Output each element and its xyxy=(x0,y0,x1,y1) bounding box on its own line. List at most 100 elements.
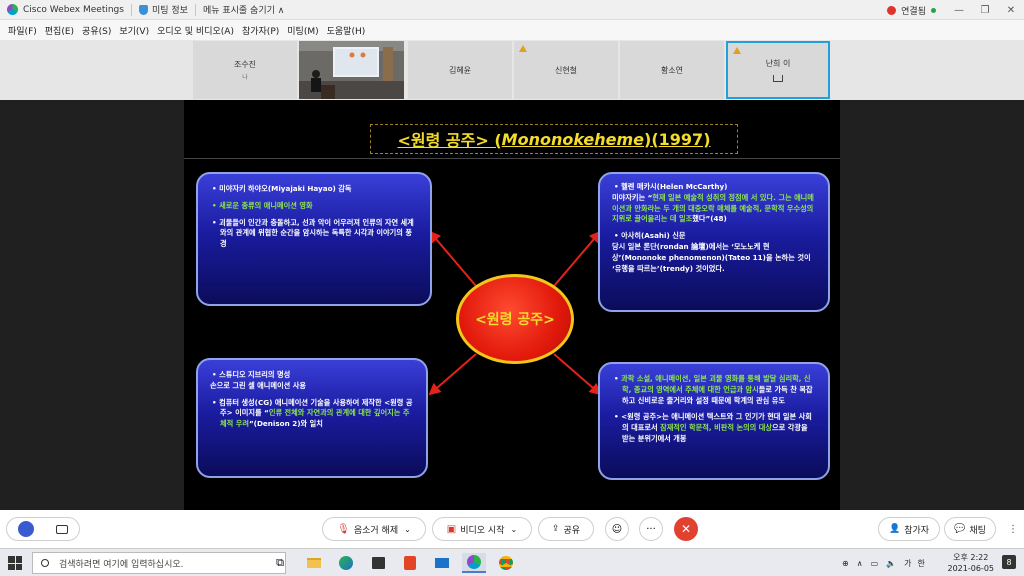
participants-button[interactable]: 👤 참가자 xyxy=(878,517,940,541)
more-options-button[interactable]: ··· xyxy=(639,517,663,541)
ghibli-cel-text: 손으로 그린 셀 애니메이션 사용 xyxy=(210,380,306,390)
language-label[interactable]: 한 xyxy=(917,558,924,569)
minimize-button[interactable]: — xyxy=(946,5,972,16)
microphone-muted-icon: 🎙 xyxy=(337,523,350,535)
chrome-icon[interactable] xyxy=(494,553,518,573)
meeting-info-button[interactable]: 미팅 정보 xyxy=(132,0,195,20)
participant-tile[interactable]: 신현철 xyxy=(514,41,618,99)
close-button[interactable]: ✕ xyxy=(998,5,1024,16)
warning-icon xyxy=(733,47,741,54)
search-icon xyxy=(41,559,49,567)
people-icon[interactable]: ⊕ xyxy=(842,559,849,568)
participant-name: 황소연 xyxy=(660,65,684,75)
volume-icon[interactable]: 🔈 xyxy=(886,559,896,568)
chevron-down-icon[interactable]: ⌄ xyxy=(404,525,411,534)
classroom-video-image xyxy=(299,41,404,99)
webex-taskbar-icon[interactable] xyxy=(462,553,486,573)
hide-menu-label: 메뉴 표시줄 숨기기 ∧ xyxy=(202,6,285,16)
arrow-to-box4 xyxy=(553,353,602,396)
webex-assistant-icon[interactable] xyxy=(18,521,34,537)
participant-tile[interactable]: 조수진 나 xyxy=(193,41,297,99)
participant-tile-active-speaker[interactable]: 난희 이 xyxy=(726,41,830,99)
connection-status-icon xyxy=(887,5,897,15)
content-box-reception: • 헬렌 매카시(Helen McCarthy) 미야자키는 “현재 일본 예술… xyxy=(598,172,830,312)
bullet-ghibli: • 스튜디오 지브리의 명성 xyxy=(212,370,291,379)
more-icon: ··· xyxy=(646,523,656,535)
chat-bubble-icon: 💬 xyxy=(954,524,966,534)
taskbar-search-input[interactable]: 검색하려면 여기에 입력하십시오. xyxy=(32,552,286,574)
captions-icon[interactable] xyxy=(56,524,68,534)
notification-count: 8 xyxy=(1006,557,1012,567)
assistant-pill[interactable] xyxy=(6,517,80,541)
chevron-down-icon[interactable]: ⌄ xyxy=(511,525,518,534)
ime-mode-label[interactable]: 가 xyxy=(904,558,911,569)
app-name: Cisco Webex Meetings xyxy=(23,4,124,15)
bullet-academic-interest: • 과학 소설, 애니메이션, 일본 괴물 영화를 통해 발달 심리학, 신학,… xyxy=(614,374,813,405)
participant-self-label: 나 xyxy=(242,74,248,81)
clock-time: 오후 2:22 xyxy=(953,553,989,562)
share-icon: ⇪ xyxy=(551,524,560,534)
more-vertical-icon[interactable]: ⋮ xyxy=(1008,524,1018,535)
office-icon[interactable] xyxy=(398,553,422,573)
menu-file[interactable]: 파일(F) xyxy=(4,24,41,37)
reactions-button[interactable]: ☺ xyxy=(605,517,629,541)
store-icon[interactable] xyxy=(366,553,390,573)
participant-video-thumbnail[interactable] xyxy=(299,41,404,99)
participant-tile[interactable]: 김혜윤 xyxy=(408,41,512,99)
bullet-cg: • 컴퓨터 생성(CG) 애니메이션 기술을 사용하여 제작한 <원령 공주> … xyxy=(212,397,413,429)
arrow-to-box1 xyxy=(428,230,477,287)
menu-participant[interactable]: 참가자(P) xyxy=(238,24,283,37)
share-button[interactable]: ⇪ 공유 xyxy=(538,517,594,541)
hide-menu-button[interactable]: 메뉴 표시줄 숨기기 ∧ xyxy=(196,0,291,20)
participant-tile[interactable]: 황소연 xyxy=(620,41,724,99)
edge-browser-icon[interactable] xyxy=(334,553,358,573)
status-dot-icon xyxy=(931,7,936,13)
chat-button[interactable]: 💬 채팅 xyxy=(944,517,996,541)
content-box-academia: • 과학 소설, 애니메이션, 일본 괴물 영화를 통해 발달 심리학, 신학,… xyxy=(598,362,830,480)
menu-bar: 파일(F) 편집(E) 공유(S) 보기(V) 오디오 및 비디오(A) 참가자… xyxy=(0,20,1024,40)
menu-help[interactable]: 도움말(H) xyxy=(323,24,370,37)
chat-label: 채팅 xyxy=(969,525,986,536)
windows-start-icon[interactable] xyxy=(8,556,22,570)
unmute-button[interactable]: 🎙 음소거 해제 ⌄ xyxy=(322,517,426,541)
title-bar-right: 연결됨 — ❐ ✕ xyxy=(887,0,1024,20)
mccarthy-quote: 미야자키는 “현재 일본 예술적 성취의 정점에 서 있다. 그는 애니메이션과… xyxy=(612,192,814,224)
content-box-director: • 미야자키 하야오(Miyajaki Hayao) 감독 • 새로운 종류의 … xyxy=(196,172,432,306)
menu-edit[interactable]: 편집(E) xyxy=(41,24,78,37)
webex-logo-icon xyxy=(7,4,18,15)
title-bar: Cisco Webex Meetings 미팅 정보 메뉴 표시줄 숨기기 ∧ … xyxy=(0,0,1024,20)
bullet-release: • <원령 공주>는 애니메이션 텍스트와 그 인기가 현대 일본 사회의 대표… xyxy=(614,412,812,443)
menu-meeting[interactable]: 미팅(M) xyxy=(283,24,322,37)
system-tray: ⊕ ∧ ▭ 🔈 가 한 xyxy=(842,549,925,576)
mail-icon[interactable] xyxy=(430,553,454,573)
menu-view[interactable]: 보기(V) xyxy=(115,24,153,37)
share-label: 공유 xyxy=(563,525,581,536)
participant-name: 난희 이 xyxy=(765,59,791,68)
menu-share[interactable]: 공유(S) xyxy=(78,24,115,37)
connection-status[interactable]: 연결됨 xyxy=(901,4,926,17)
start-video-button[interactable]: ▣ 비디오 시작 ⌄ xyxy=(432,517,532,541)
task-view-icon[interactable]: ⧉ xyxy=(268,553,292,573)
leave-meeting-button[interactable]: ✕ xyxy=(674,517,698,541)
content-box-ghibli: • 스튜디오 지브리의 명성 손으로 그린 셀 애니메이션 사용 • 컴퓨터 생… xyxy=(196,358,428,478)
arrow-to-box3 xyxy=(428,353,477,396)
app-title: Cisco Webex Meetings xyxy=(0,0,131,20)
file-explorer-icon[interactable] xyxy=(302,553,326,573)
participant-strip: 조수진 나 김혜윤 신현철 황소연 난희 이 xyxy=(0,40,1024,100)
menu-audio-video[interactable]: 오디오 및 비디오(A) xyxy=(153,24,238,37)
smiley-icon: ☺ xyxy=(611,523,623,535)
sharing-icon xyxy=(773,75,783,82)
participants-label: 참가자 xyxy=(904,525,930,536)
notification-center-icon[interactable]: 8 xyxy=(1002,555,1016,569)
maximize-button[interactable]: ❐ xyxy=(972,5,998,16)
shield-icon xyxy=(138,4,148,15)
participant-name: 김혜윤 xyxy=(448,65,472,75)
network-icon[interactable]: ▭ xyxy=(871,559,879,568)
unmute-label: 음소거 해제 xyxy=(353,525,399,536)
video-off-icon: ▣ xyxy=(446,523,457,535)
bullet-mccarthy: • 헬렌 매카시(Helen McCarthy) xyxy=(614,182,728,191)
bullet-director: • 미야자키 하야오(Miyajaki Hayao) 감독 xyxy=(212,184,352,193)
chevron-up-icon[interactable]: ∧ xyxy=(857,559,863,568)
windows-taskbar: 검색하려면 여기에 입력하십시오. ⧉ ⊕ ∧ ▭ 🔈 가 한 오후 2:22 … xyxy=(0,548,1024,576)
system-clock[interactable]: 오후 2:22 2021-06-05 xyxy=(948,552,995,574)
